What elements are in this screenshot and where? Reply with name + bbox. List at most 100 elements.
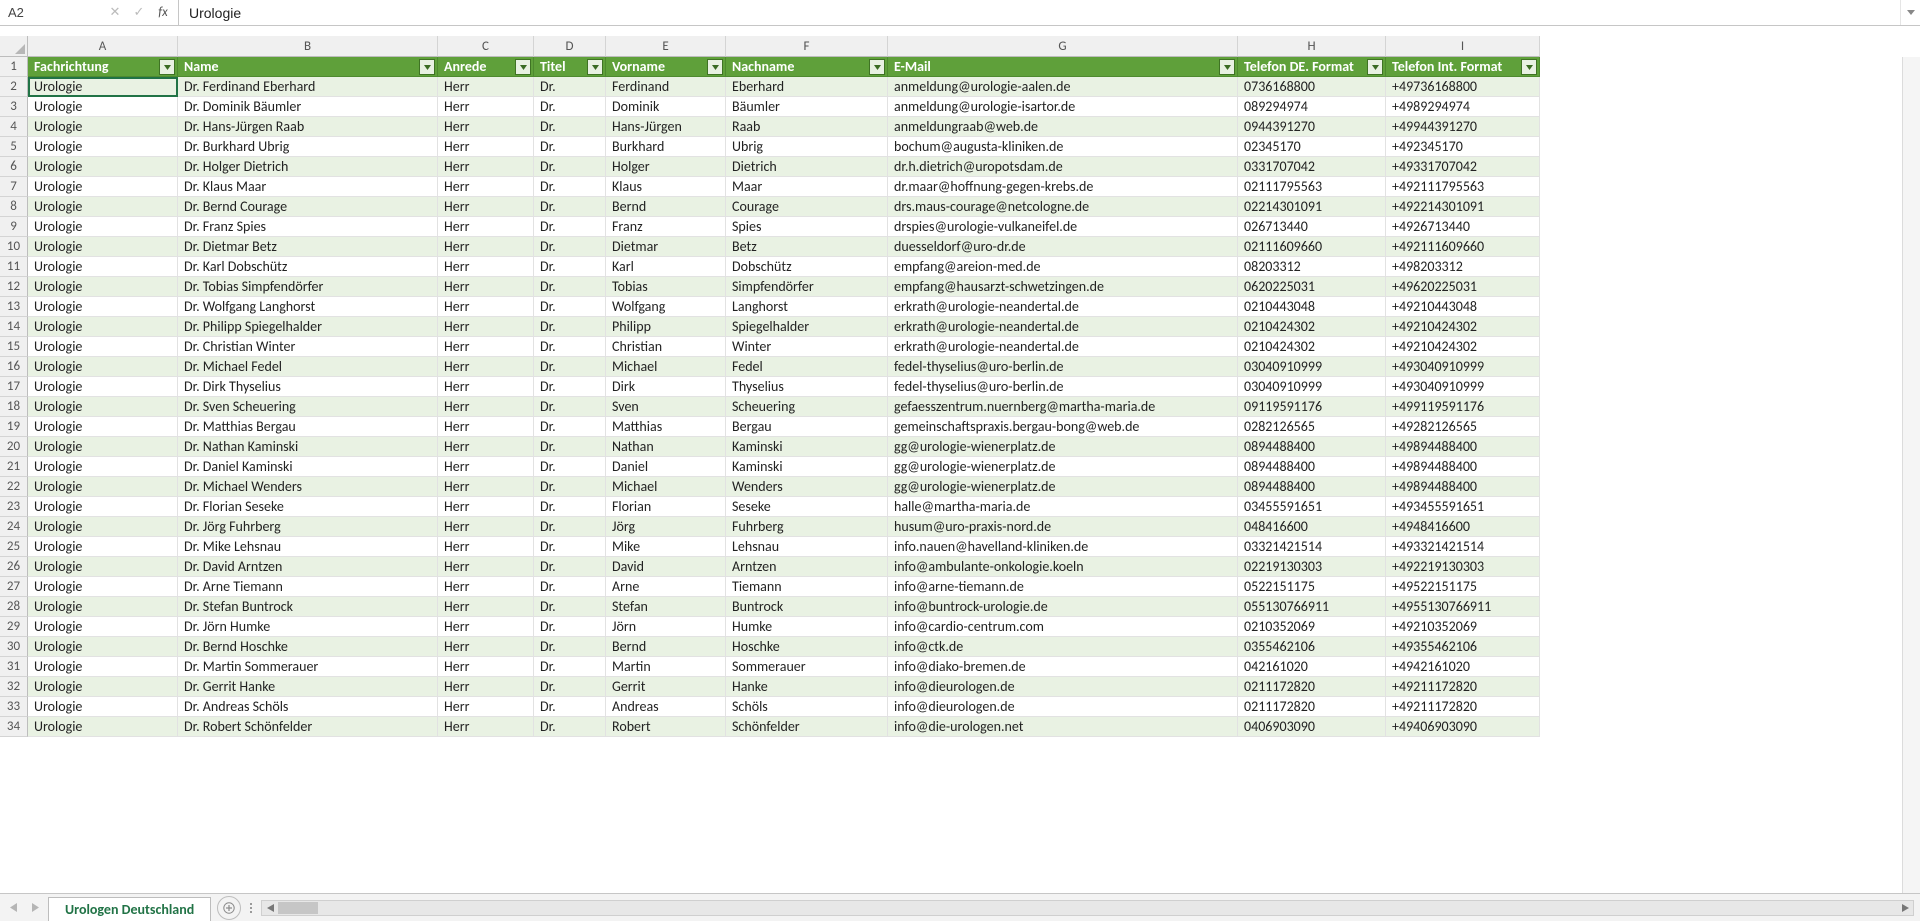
cell[interactable]: Matthias — [606, 417, 726, 437]
cell[interactable]: +499119591176 — [1386, 397, 1540, 417]
cell[interactable]: Dr. Martin Sommerauer — [178, 657, 438, 677]
row-header[interactable]: 19 — [0, 417, 28, 437]
cell[interactable]: Herr — [438, 337, 534, 357]
cell[interactable]: 02219130303 — [1238, 557, 1386, 577]
column-header[interactable]: F — [726, 36, 888, 57]
table-header-cell[interactable]: Telefon DE. Format — [1238, 57, 1386, 77]
cell[interactable]: anmeldung@urologie-aalen.de — [888, 77, 1238, 97]
cell[interactable]: Dietmar — [606, 237, 726, 257]
cell[interactable]: info@cardio-centrum.com — [888, 617, 1238, 637]
row-header[interactable]: 14 — [0, 317, 28, 337]
cell[interactable]: Dr. — [534, 517, 606, 537]
cell[interactable]: Dr. Burkhard Ubrig — [178, 137, 438, 157]
cell[interactable]: Herr — [438, 557, 534, 577]
cell[interactable]: +49944391270 — [1386, 117, 1540, 137]
row-header[interactable]: 2 — [0, 77, 28, 97]
cell[interactable]: Dr. — [534, 637, 606, 657]
filter-dropdown-icon[interactable] — [1367, 59, 1383, 75]
cell[interactable]: Dr. Ferdinand Eberhard — [178, 77, 438, 97]
cell[interactable]: info@dieurologen.de — [888, 697, 1238, 717]
cell[interactable]: Ferdinand — [606, 77, 726, 97]
row-header[interactable]: 8 — [0, 197, 28, 217]
table-header-cell[interactable]: Name — [178, 57, 438, 77]
cell[interactable]: Wolfgang — [606, 297, 726, 317]
cell[interactable]: Dr. Matthias Bergau — [178, 417, 438, 437]
column-header[interactable]: D — [534, 36, 606, 57]
row-header[interactable]: 12 — [0, 277, 28, 297]
cell[interactable]: +4948416600 — [1386, 517, 1540, 537]
cell[interactable]: anmeldungraab@web.de — [888, 117, 1238, 137]
cell[interactable]: Dr. Klaus Maar — [178, 177, 438, 197]
cell[interactable]: Dr. Sven Scheuering — [178, 397, 438, 417]
cell[interactable]: Ubrig — [726, 137, 888, 157]
cell[interactable]: Urologie — [28, 257, 178, 277]
row-header[interactable]: 31 — [0, 657, 28, 677]
cell[interactable]: +49210352069 — [1386, 617, 1540, 637]
cell[interactable]: Dr. Robert Schönfelder — [178, 717, 438, 737]
cell[interactable]: Dr. — [534, 317, 606, 337]
cell[interactable]: Simpfendörfer — [726, 277, 888, 297]
cell[interactable]: Dr. — [534, 257, 606, 277]
cell[interactable]: 0894488400 — [1238, 457, 1386, 477]
cell[interactable]: Dr. Michael Wenders — [178, 477, 438, 497]
cell[interactable]: Bergau — [726, 417, 888, 437]
row-header[interactable]: 7 — [0, 177, 28, 197]
cell[interactable]: Herr — [438, 157, 534, 177]
cell[interactable]: 055130766911 — [1238, 597, 1386, 617]
cell[interactable]: Sven — [606, 397, 726, 417]
row-header[interactable]: 34 — [0, 717, 28, 737]
cell[interactable]: 0211172820 — [1238, 697, 1386, 717]
cell[interactable]: Dr. David Arntzen — [178, 557, 438, 577]
cell[interactable]: Urologie — [28, 597, 178, 617]
cell[interactable]: Herr — [438, 397, 534, 417]
row-header[interactable]: 28 — [0, 597, 28, 617]
cell[interactable]: erkrath@urologie-neandertal.de — [888, 297, 1238, 317]
cell[interactable]: 02111609660 — [1238, 237, 1386, 257]
cell[interactable]: Urologie — [28, 677, 178, 697]
cell[interactable]: anmeldung@urologie-isartor.de — [888, 97, 1238, 117]
cell[interactable]: 0211172820 — [1238, 677, 1386, 697]
cell[interactable]: Urologie — [28, 397, 178, 417]
cell[interactable]: Eberhard — [726, 77, 888, 97]
cell[interactable]: gg@urologie-wienerplatz.de — [888, 437, 1238, 457]
cell[interactable]: Dr. Wolfgang Langhorst — [178, 297, 438, 317]
row-header[interactable]: 16 — [0, 357, 28, 377]
row-header[interactable]: 26 — [0, 557, 28, 577]
row-header[interactable]: 3 — [0, 97, 28, 117]
cell[interactable]: info@ambulante-onkologie.koeln — [888, 557, 1238, 577]
cell[interactable]: Dr. — [534, 337, 606, 357]
cell[interactable]: Herr — [438, 457, 534, 477]
cell[interactable]: Herr — [438, 477, 534, 497]
cell[interactable]: Fedel — [726, 357, 888, 377]
cell[interactable]: Urologie — [28, 617, 178, 637]
row-header[interactable]: 13 — [0, 297, 28, 317]
row-header[interactable]: 21 — [0, 457, 28, 477]
cell[interactable]: 048416600 — [1238, 517, 1386, 537]
row-header[interactable]: 6 — [0, 157, 28, 177]
cell[interactable]: Raab — [726, 117, 888, 137]
table-header-cell[interactable]: Fachrichtung — [28, 57, 178, 77]
cell[interactable]: Schönfelder — [726, 717, 888, 737]
cell[interactable]: Kaminski — [726, 457, 888, 477]
cell[interactable]: Sommerauer — [726, 657, 888, 677]
cell[interactable]: Herr — [438, 297, 534, 317]
cell[interactable]: 03321421514 — [1238, 537, 1386, 557]
cell[interactable]: Robert — [606, 717, 726, 737]
cell[interactable]: Dr. Bernd Hoschke — [178, 637, 438, 657]
cell[interactable]: Urologie — [28, 717, 178, 737]
row-header[interactable]: 24 — [0, 517, 28, 537]
cell[interactable]: Dr. Michael Fedel — [178, 357, 438, 377]
cell[interactable]: Urologie — [28, 417, 178, 437]
table-header-cell[interactable]: E-Mail — [888, 57, 1238, 77]
cell[interactable]: Urologie — [28, 337, 178, 357]
cell[interactable]: Dr. Karl Dobschütz — [178, 257, 438, 277]
row-header[interactable]: 9 — [0, 217, 28, 237]
cell[interactable]: 08203312 — [1238, 257, 1386, 277]
cell[interactable]: Schöls — [726, 697, 888, 717]
cell[interactable]: Herr — [438, 417, 534, 437]
cell[interactable]: Dr. Jörn Humke — [178, 617, 438, 637]
cell[interactable]: Burkhard — [606, 137, 726, 157]
cell[interactable]: halle@martha-maria.de — [888, 497, 1238, 517]
cell[interactable]: +49894488400 — [1386, 437, 1540, 457]
cell[interactable]: Urologie — [28, 137, 178, 157]
